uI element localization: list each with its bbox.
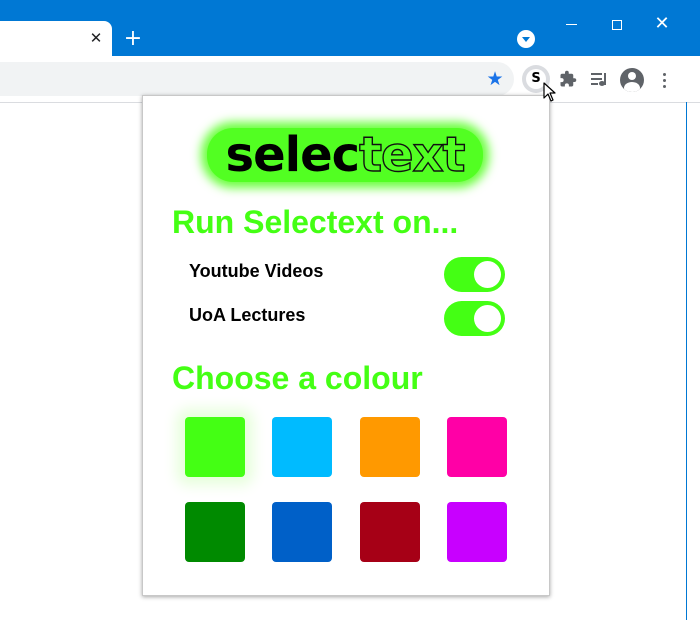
run-on-heading: Run Selectext on... — [172, 204, 459, 240]
address-bar[interactable]: ★ — [0, 62, 514, 96]
uoa-lectures-label: UoA Lectures — [189, 305, 306, 325]
puzzle-icon[interactable] — [558, 70, 578, 90]
cursor-icon — [543, 82, 556, 102]
more-vert-icon[interactable] — [655, 70, 675, 90]
profile-icon[interactable] — [620, 68, 644, 92]
selectext-popup: selectext Run Selectext on... Youtube Vi… — [142, 95, 550, 596]
title-bar: ✕ + ✕ — [0, 0, 700, 56]
uoa-lectures-toggle[interactable] — [444, 301, 505, 336]
selectext-logo: selectext — [207, 127, 483, 183]
window-close-icon[interactable]: ✕ — [647, 14, 677, 34]
colour-swatch-dark-green[interactable] — [185, 502, 245, 562]
tab-close-icon[interactable]: ✕ — [86, 28, 106, 48]
choose-colour-heading: Choose a colour — [172, 360, 423, 396]
new-tab-button[interactable]: + — [121, 27, 145, 51]
chevron-down-icon[interactable] — [517, 30, 535, 48]
youtube-videos-label: Youtube Videos — [189, 261, 324, 281]
colour-swatch-crimson[interactable] — [360, 502, 420, 562]
youtube-videos-toggle[interactable] — [444, 257, 505, 292]
colour-swatch-green[interactable] — [185, 417, 245, 477]
star-icon[interactable]: ★ — [485, 69, 505, 89]
maximize-icon[interactable] — [602, 14, 632, 34]
colour-swatch-pink[interactable] — [447, 417, 507, 477]
logo-part-text: text — [358, 127, 466, 183]
toggle-knob — [474, 261, 501, 288]
minimize-icon[interactable] — [556, 14, 586, 34]
window-edge — [686, 102, 687, 620]
toggle-knob — [474, 305, 501, 332]
colour-swatch-purple[interactable] — [447, 502, 507, 562]
browser-tab[interactable]: ✕ — [0, 21, 112, 56]
colour-swatch-blue[interactable] — [272, 502, 332, 562]
media-control-icon[interactable] — [590, 70, 610, 90]
logo-part-selec: selec — [225, 127, 361, 183]
colour-swatch-sky-blue[interactable] — [272, 417, 332, 477]
colour-swatch-orange[interactable] — [360, 417, 420, 477]
